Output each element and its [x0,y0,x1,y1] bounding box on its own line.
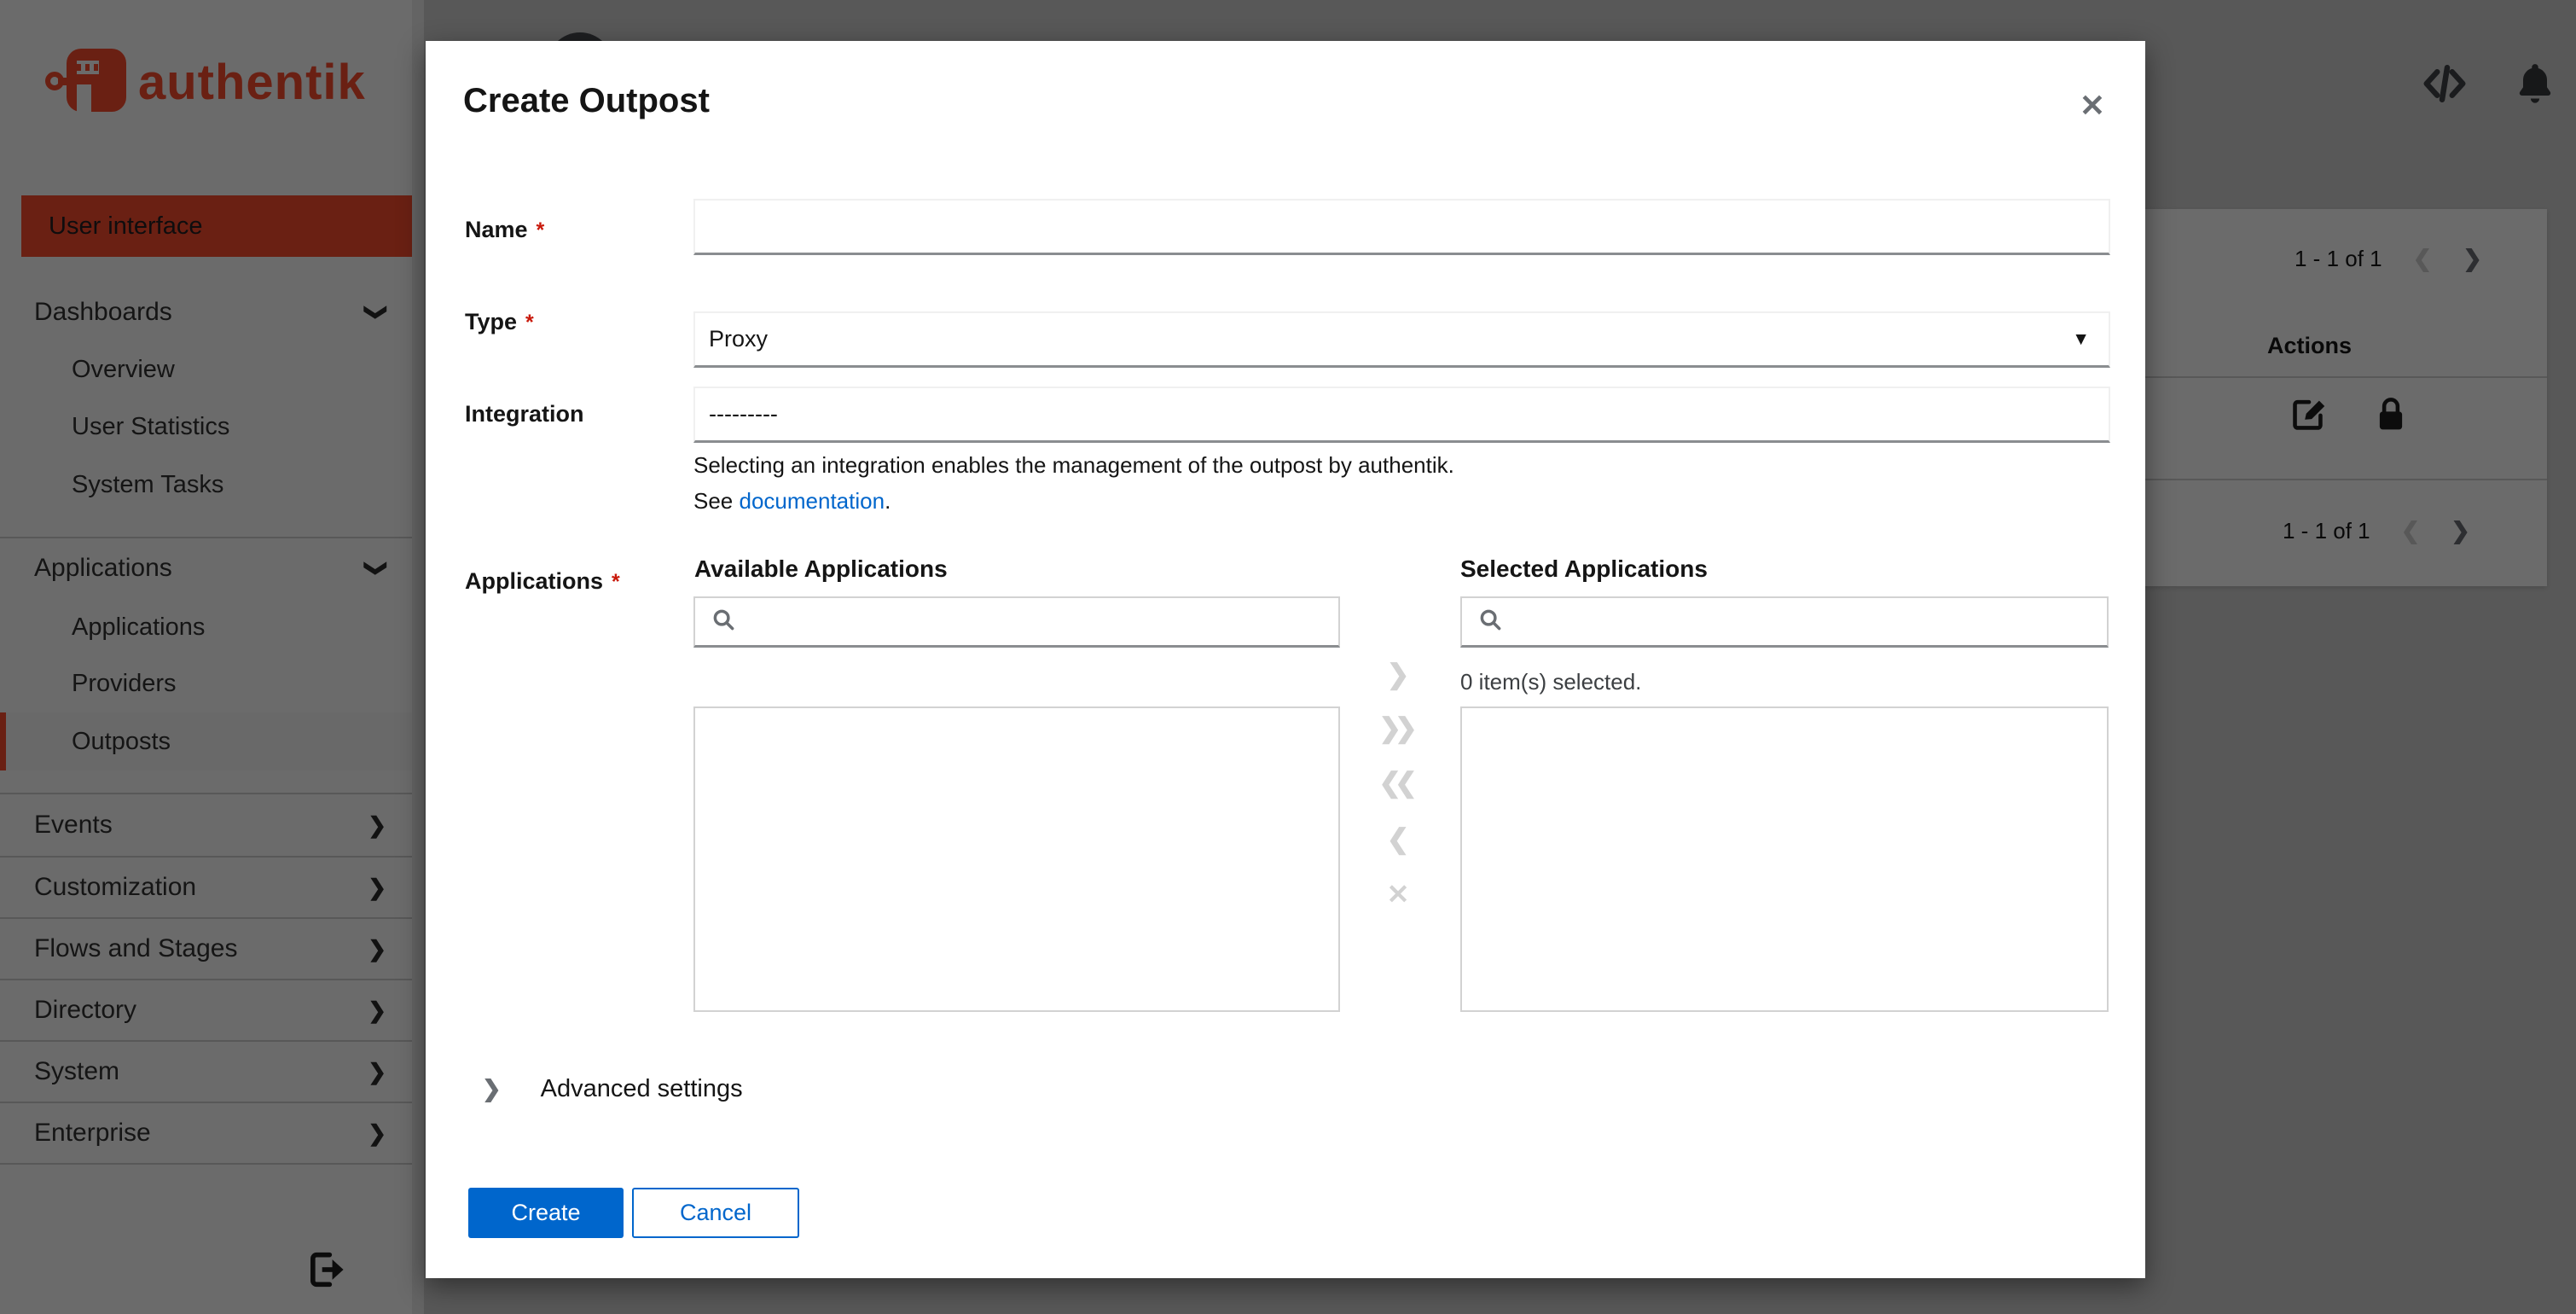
clear-selection-button[interactable]: ✕ [1371,875,1425,913]
type-field-label: Type * [465,309,534,335]
help-prefix: See [693,488,740,514]
move-all-left-button[interactable]: ❮❮ [1371,764,1425,801]
close-icon: ✕ [1386,879,1410,910]
name-input[interactable] [693,199,2110,255]
applications-field-label: Applications * [465,568,620,595]
integration-help-docs: See documentation. [693,488,891,515]
selected-applications-list[interactable] [1460,706,2109,1012]
selected-count: 0 item(s) selected. [1460,669,1642,695]
selected-applications-title: Selected Applications [1460,555,1708,582]
create-button[interactable]: Create [468,1188,624,1238]
integration-help-text: Selecting an integration enables the man… [693,452,1454,478]
required-marker: * [536,218,545,242]
name-field-label: Name * [465,217,544,243]
available-applications-list[interactable] [693,706,1340,1012]
move-selected-right-button[interactable]: ❯ [1371,655,1425,693]
label-text: Type [465,309,518,334]
selected-search-input[interactable] [1515,598,2107,645]
create-outpost-modal: Create Outpost ✕ Name * Type * Proxy ▼ Int… [426,41,2145,1278]
chevron-left-icon: ❮ [1386,823,1410,854]
label-text: Applications [465,568,604,594]
selected-search [1460,596,2109,648]
required-marker: * [525,311,534,334]
available-search-input[interactable] [748,598,1338,645]
move-all-right-button[interactable]: ❯❯ [1371,709,1425,747]
modal-title: Create Outpost [463,82,710,119]
advanced-settings-label: Advanced settings [540,1075,743,1102]
available-search [693,596,1340,648]
cancel-button[interactable]: Cancel [632,1188,799,1238]
available-applications-title: Available Applications [694,555,948,582]
caret-down-icon: ▼ [2072,328,2090,349]
label-text: Name [465,217,528,242]
type-select-value: Proxy [709,326,769,352]
advanced-settings-toggle[interactable]: ❯ Advanced settings [482,1075,743,1103]
required-marker: * [612,570,620,594]
label-text: Integration [465,401,584,427]
chevron-right-icon: ❯ [482,1076,502,1102]
double-chevron-right-icon: ❯❯ [1378,712,1418,743]
close-button[interactable]: ✕ [2067,82,2118,130]
move-selected-left-button[interactable]: ❮ [1371,820,1425,858]
type-select[interactable]: Proxy ▼ [693,311,2110,368]
chevron-right-icon: ❯ [1386,659,1410,689]
integration-select[interactable]: --------- [693,387,2110,443]
help-suffix: . [885,488,891,514]
search-icon [1477,607,1503,637]
integration-field-label: Integration [465,401,584,427]
documentation-link[interactable]: documentation [740,488,885,514]
integration-select-value: --------- [709,401,778,427]
search-icon [711,607,736,637]
close-icon: ✕ [2079,88,2106,123]
app-root: authentik User interface Dashboards ❯ Ov… [0,0,2576,1314]
double-chevron-left-icon: ❮❮ [1378,767,1418,798]
